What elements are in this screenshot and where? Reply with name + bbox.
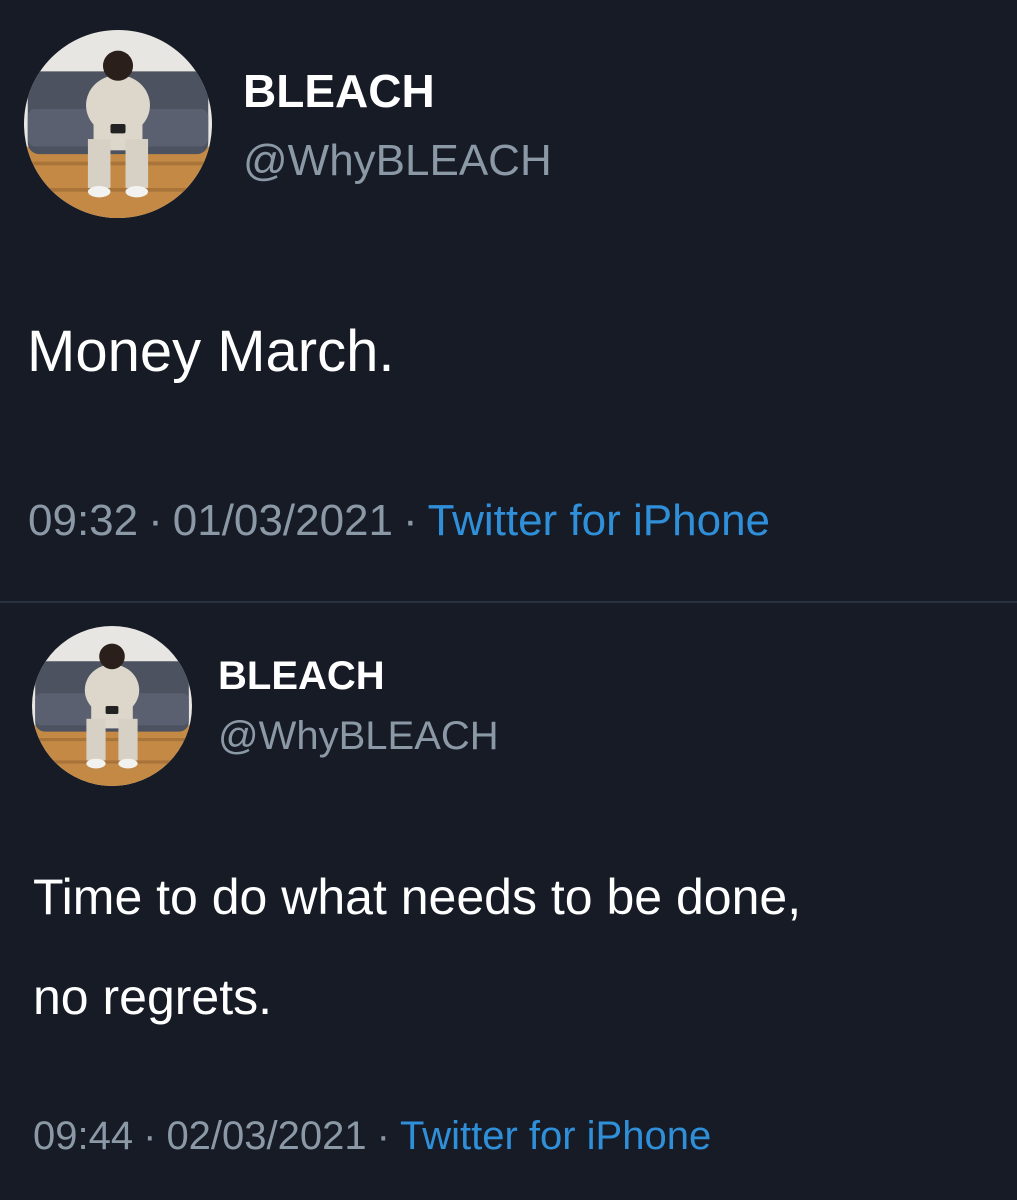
separator: · bbox=[148, 496, 163, 545]
avatar[interactable] bbox=[24, 30, 212, 218]
tweet-source-link[interactable]: Twitter for iPhone bbox=[400, 1114, 711, 1158]
tweet-time[interactable]: 09:32 bbox=[28, 496, 138, 545]
avatar[interactable] bbox=[32, 626, 192, 786]
avatar-photo-icon bbox=[24, 30, 212, 218]
tweet-text: Money March. bbox=[27, 319, 395, 384]
user-handle[interactable]: @WhyBLEACH bbox=[218, 714, 499, 759]
tweet-time[interactable]: 09:44 bbox=[33, 1114, 133, 1158]
tweet-metadata: 09:44 · 02/03/2021 · Twitter for iPhone bbox=[33, 1114, 711, 1159]
tweet-date[interactable]: 01/03/2021 bbox=[173, 496, 393, 545]
tweet-text-line: no regrets. bbox=[33, 969, 273, 1025]
separator: · bbox=[143, 1114, 157, 1158]
tweet[interactable]: BLEACH @WhyBLEACH Money March. 09:32 · 01/… bbox=[0, 0, 1017, 602]
separator: · bbox=[402, 496, 418, 545]
screenshot: BLEACH @WhyBLEACH Money March. 09:32 · 01/… bbox=[0, 0, 1017, 1200]
avatar-photo-icon bbox=[32, 626, 192, 786]
tweet-metadata: 09:32 · 01/03/2021 · Twitter for iPhone bbox=[28, 496, 770, 546]
tweet-text-line: Time to do what needs to be done, bbox=[33, 869, 802, 925]
user-handle[interactable]: @WhyBLEACH bbox=[243, 136, 552, 186]
separator: · bbox=[376, 1114, 390, 1158]
tweet-source-link[interactable]: Twitter for iPhone bbox=[428, 496, 770, 545]
display-name[interactable]: BLEACH bbox=[218, 654, 385, 699]
display-name[interactable]: BLEACH bbox=[243, 64, 435, 118]
tweet-date[interactable]: 02/03/2021 bbox=[166, 1114, 366, 1158]
